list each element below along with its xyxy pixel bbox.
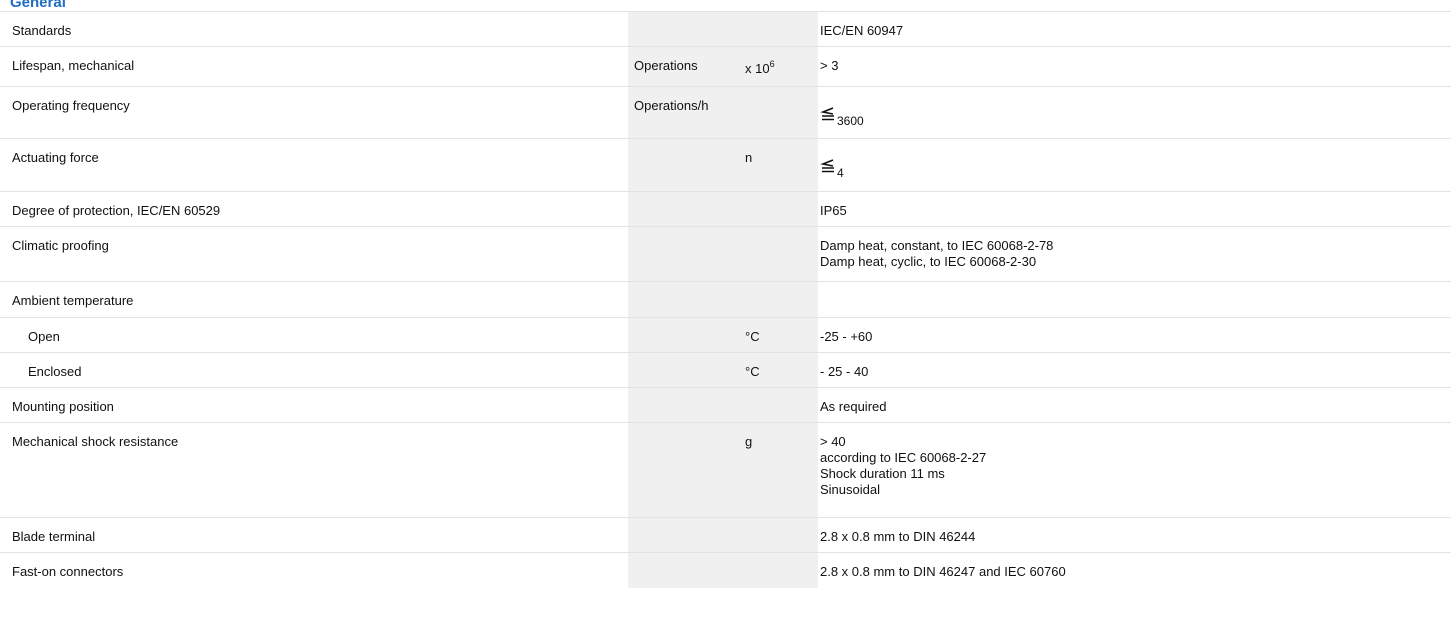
row-unit [634, 553, 741, 564]
row-label: Ambient temperature [12, 293, 134, 308]
row-unit [634, 192, 741, 203]
table-row: Mounting position As required [0, 387, 1451, 423]
table-row: Open °C -25 - +60 [0, 317, 1451, 353]
row-value: IEC/EN 60947 [820, 23, 904, 38]
row-unit [634, 518, 741, 529]
table-row: Fast-on connectors 2.8 x 0.8 mm to DIN 4… [0, 552, 1451, 588]
row-unit [634, 282, 741, 293]
row-multiplier: °C [745, 329, 760, 344]
row-multiplier [745, 553, 818, 564]
row-value: > 3 [820, 58, 839, 73]
table-row: Standards IEC/EN 60947 [0, 11, 1451, 47]
row-label: Climatic proofing [12, 238, 109, 253]
row-value: 2.8 x 0.8 mm to DIN 46247 and IEC 60760 [820, 564, 1066, 579]
row-multiplier-exponent: 6 [769, 58, 775, 69]
row-value: Shock duration 11 ms [820, 466, 945, 481]
row-value: Damp heat, cyclic, to IEC 60068-2-30 [820, 254, 1037, 269]
row-multiplier [745, 12, 818, 23]
row-value: according to IEC 60068-2-27 [820, 450, 987, 465]
row-unit: Operations [634, 58, 698, 73]
spec-table: Standards IEC/EN 60947 Lifespan, mechani… [0, 11, 1451, 588]
table-row: Climatic proofing Damp heat, constant, t… [0, 226, 1451, 282]
row-label: Open [28, 329, 60, 344]
table-row: Ambient temperature [0, 281, 1451, 318]
table-row: Enclosed °C - 25 - 40 [0, 352, 1451, 388]
row-unit [634, 388, 741, 399]
row-multiplier [745, 192, 818, 203]
row-multiplier [745, 388, 818, 399]
row-multiplier: °C [745, 364, 760, 379]
row-unit [634, 423, 741, 434]
row-unit [634, 227, 741, 238]
table-row: Mechanical shock resistance g > 40 accor… [0, 422, 1451, 518]
row-unit [634, 353, 741, 364]
row-value: Sinusoidal [820, 482, 880, 497]
row-label: Standards [12, 23, 72, 38]
row-label: Mounting position [12, 399, 114, 414]
row-label: Degree of protection, IEC/EN 60529 [12, 203, 221, 218]
row-label: Fast-on connectors [12, 564, 124, 579]
row-multiplier [745, 227, 818, 238]
table-row: Operating frequency Operations/h 3600 [0, 86, 1451, 139]
row-multiplier [745, 282, 818, 293]
row-multiplier: x 10 [745, 61, 770, 76]
row-value: - 25 - 40 [820, 364, 869, 379]
row-value: Damp heat, constant, to IEC 60068-2-78 [820, 238, 1054, 253]
table-row: Lifespan, mechanical Operations x 106 > … [0, 46, 1451, 87]
row-multiplier [745, 87, 818, 98]
less-than-or-equal-icon [820, 107, 834, 121]
row-multiplier [745, 518, 818, 529]
row-value: As required [820, 399, 887, 414]
row-label: Mechanical shock resistance [12, 434, 179, 449]
table-row: Actuating force n 4 [0, 138, 1451, 192]
row-multiplier: g [745, 434, 753, 449]
row-label: Enclosed [28, 364, 82, 379]
row-value: 3600 [837, 114, 864, 128]
row-value: IP65 [820, 203, 847, 218]
row-unit [634, 139, 741, 150]
row-label: Blade terminal [12, 529, 96, 544]
row-value: > 40 [820, 434, 846, 449]
section-title: General [10, 0, 66, 11]
row-unit [634, 318, 741, 329]
row-unit [634, 12, 741, 23]
less-than-or-equal-icon [820, 159, 834, 173]
row-label: Actuating force [12, 150, 99, 165]
table-row: Degree of protection, IEC/EN 60529 IP65 [0, 191, 1451, 227]
table-row: Blade terminal 2.8 x 0.8 mm to DIN 46244 [0, 517, 1451, 553]
row-label: Lifespan, mechanical [12, 58, 135, 73]
row-value: -25 - +60 [820, 329, 873, 344]
row-value: 4 [837, 166, 844, 180]
row-label: Operating frequency [12, 98, 130, 113]
row-multiplier: n [745, 150, 753, 165]
row-unit: Operations/h [634, 98, 709, 113]
row-value: 2.8 x 0.8 mm to DIN 46244 [820, 529, 976, 544]
